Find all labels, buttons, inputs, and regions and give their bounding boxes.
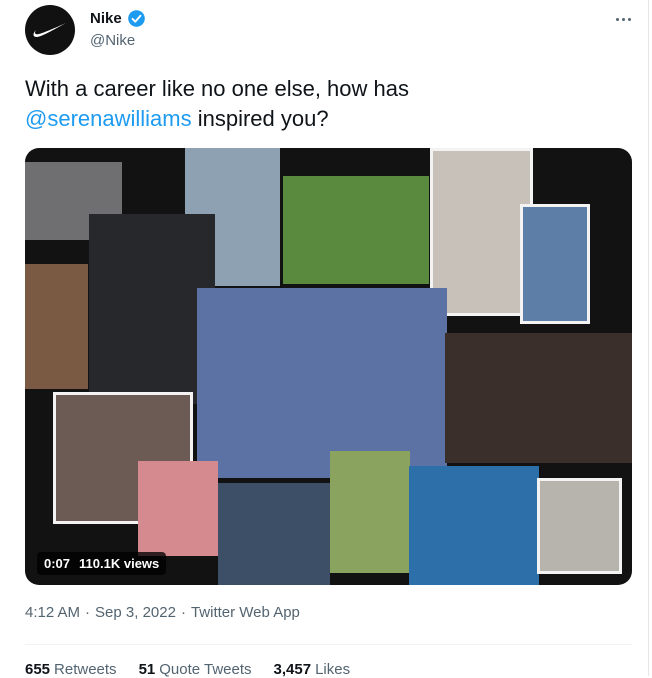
photo-tile (445, 333, 632, 463)
quote-tweets-count: 51 (138, 661, 156, 678)
more-options-icon[interactable] (611, 9, 635, 29)
tweet-time[interactable]: 4:12 AM (25, 604, 80, 621)
author-handle[interactable]: @Nike (90, 32, 135, 49)
author-name[interactable]: Nike (90, 10, 122, 27)
meta-separator: · (85, 604, 91, 621)
quote-tweets-stat[interactable]: 51 Quote Tweets (139, 661, 252, 678)
retweets-label: Retweets (54, 661, 117, 678)
tweet-text-after-mention: inspired you? (191, 106, 329, 131)
tweet-stats: 655 Retweets 51 Quote Tweets 3,457 Likes (25, 661, 350, 678)
tweet-source[interactable]: Twitter Web App (191, 604, 300, 621)
photo-tile (218, 483, 330, 585)
likes-stat[interactable]: 3,457 Likes (274, 661, 351, 678)
meta-separator: · (180, 604, 186, 621)
nike-swoosh-icon (33, 23, 66, 37)
retweets-count: 655 (25, 661, 51, 678)
tweet-text-line1: With a career like no one else, how has (25, 76, 409, 101)
quote-tweets-label: Quote Tweets (159, 661, 252, 678)
tweet-meta: 4:12 AM · Sep 3, 2022 · Twitter Web App (25, 604, 300, 621)
likes-count: 3,457 (273, 661, 312, 678)
photo-tile (537, 478, 622, 574)
tweet-text: With a career like no one else, how has … (25, 74, 625, 134)
photo-tile (409, 466, 539, 585)
photo-tile (330, 451, 410, 573)
author-name-row[interactable]: Nike (90, 9, 146, 28)
author-avatar[interactable] (25, 5, 75, 55)
photo-tile (197, 288, 447, 478)
tweet-date[interactable]: Sep 3, 2022 (95, 604, 176, 621)
video-duration: 0:07 (44, 556, 71, 571)
video-overlay: 0:07 110.1K views (37, 552, 167, 575)
mention-link[interactable]: @serenawilliams (25, 106, 192, 131)
photo-tile (283, 176, 429, 284)
retweets-stat[interactable]: 655 Retweets (25, 661, 117, 678)
photo-tile (25, 264, 88, 389)
photo-tile (520, 204, 590, 324)
video-views: 110.1K views (79, 556, 160, 571)
likes-label: Likes (315, 661, 351, 678)
tweet-video[interactable]: 0:07 110.1K views (25, 148, 632, 585)
column-border (648, 0, 649, 676)
divider (25, 644, 632, 645)
verified-badge-icon (127, 10, 145, 27)
photo-tile (138, 461, 218, 556)
